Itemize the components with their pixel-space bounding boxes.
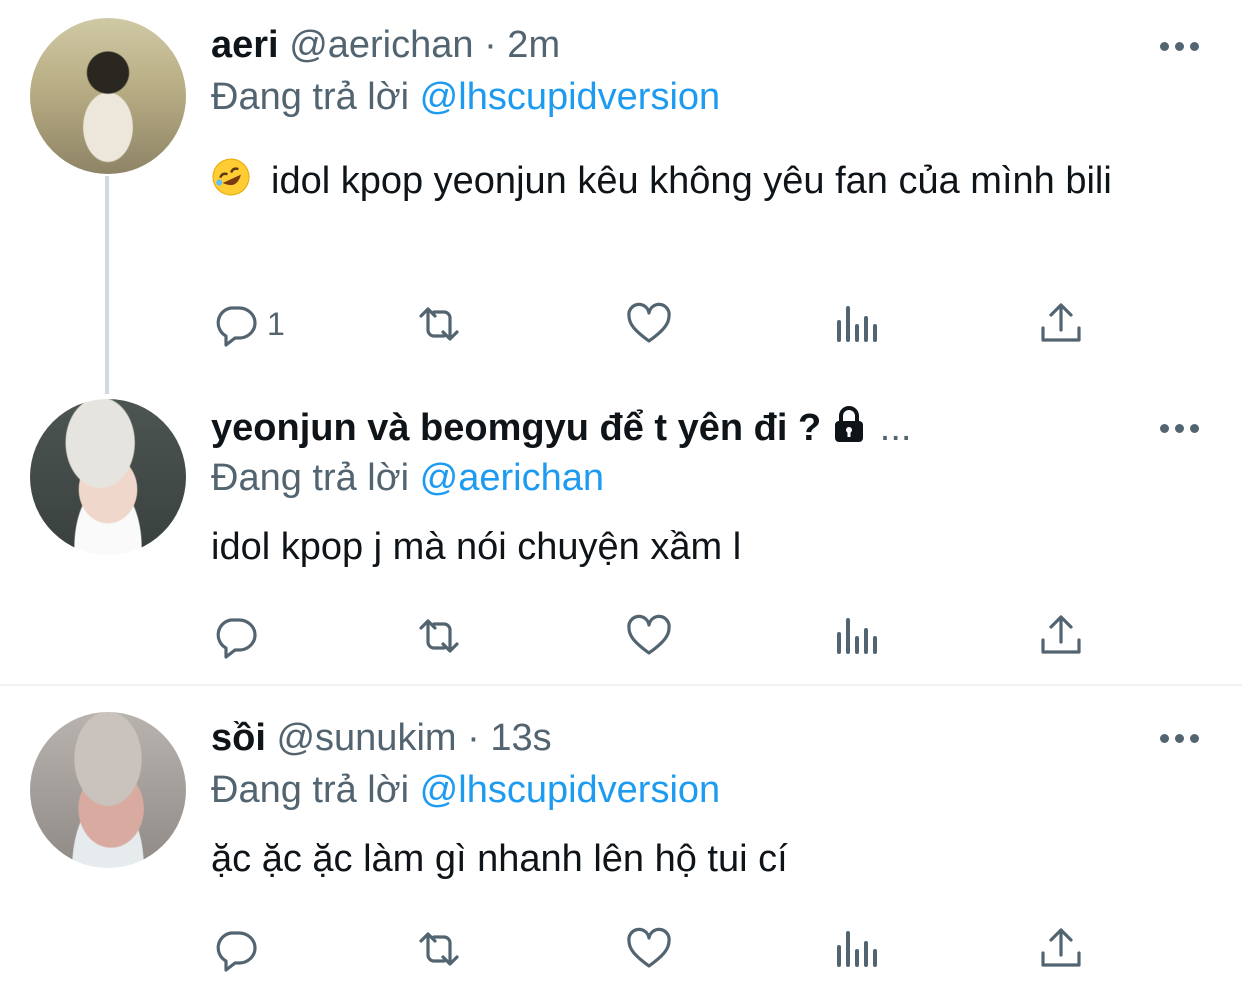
heart-icon [627, 302, 671, 343]
tweet-header: sồi @sunukim · 13s [211, 715, 552, 761]
retweet-icon [419, 932, 459, 966]
heart-icon [627, 927, 671, 968]
reply-button[interactable]: 1 [211, 300, 285, 348]
tweet-text-content: idol kpop yeonjun kêu không yêu fan của … [271, 160, 1112, 202]
avatar[interactable] [30, 18, 186, 174]
share-icon [1041, 615, 1081, 654]
views-button[interactable] [833, 612, 881, 660]
name-overflow: ... [879, 407, 912, 449]
user-handle[interactable]: @sunukim [276, 717, 456, 759]
tweet-text: idol kpop yeonjun kêu không yêu fan của … [211, 154, 1211, 208]
reply-button[interactable] [211, 612, 259, 660]
views-button[interactable] [833, 300, 881, 348]
share-icon [1041, 303, 1081, 342]
replying-to-mention[interactable]: @lhscupidversion [420, 769, 721, 811]
retweet-icon [419, 619, 459, 653]
thread-connector-line [105, 176, 109, 394]
share-button[interactable] [1037, 612, 1085, 660]
replying-to-mention[interactable]: @aerichan [420, 457, 604, 499]
reply-icon [216, 618, 257, 659]
retweet-button[interactable] [415, 925, 463, 973]
tweet-text: ặc ặc ặc làm gì nhanh lên hộ tui cí [211, 838, 788, 880]
timestamp[interactable]: · 13s [467, 717, 551, 759]
replying-to-label: Đang trả lời [211, 769, 410, 811]
tweet-actions: 1 [211, 300, 1091, 348]
like-button[interactable] [625, 925, 673, 973]
display-name[interactable]: aeri [211, 24, 279, 66]
replying-to-mention[interactable]: @lhscupidversion [420, 76, 721, 118]
tweet-header: yeonjun và beomgyu để t yên đi ? ... [211, 404, 911, 451]
replying-to: Đang trả lời @lhscupidversion [211, 74, 720, 120]
retweet-button[interactable] [415, 612, 463, 660]
lock-icon [835, 406, 864, 442]
retweet-button[interactable] [415, 300, 463, 348]
tweet[interactable]: aeri @aerichan · 2m Đang trả lời @lhscup… [0, 0, 1242, 394]
views-button[interactable] [833, 925, 881, 973]
display-name[interactable]: yeonjun và beomgyu để t yên đi ? [211, 407, 821, 449]
tweet-text: idol kpop j mà nói chuyện xầm l [211, 526, 742, 568]
retweet-icon [419, 307, 459, 341]
analytics-icon [837, 618, 877, 654]
share-button[interactable] [1037, 925, 1085, 973]
tweet-actions [211, 925, 1091, 973]
avatar[interactable] [30, 712, 186, 868]
rolling-on-floor-laughing-emoji [212, 158, 250, 196]
more-icon[interactable] [1160, 422, 1200, 434]
reply-button[interactable] [211, 925, 259, 973]
reply-icon [216, 306, 257, 347]
timestamp[interactable]: · 2m [484, 24, 560, 66]
reply-count: 1 [267, 305, 285, 342]
heart-icon [627, 614, 671, 655]
analytics-icon [837, 306, 877, 342]
tweet[interactable]: yeonjun và beomgyu để t yên đi ? ... Đan… [0, 394, 1242, 684]
share-button[interactable] [1037, 300, 1085, 348]
tweet[interactable]: sồi @sunukim · 13s Đang trả lời @lhscupi… [0, 686, 1242, 995]
replying-to: Đang trả lời @aerichan [211, 455, 604, 501]
more-icon[interactable] [1160, 732, 1200, 744]
replying-to: Đang trả lời @lhscupidversion [211, 767, 720, 813]
tweet-header: aeri @aerichan · 2m [211, 22, 560, 68]
share-icon [1041, 928, 1081, 967]
replying-to-label: Đang trả lời [211, 457, 410, 499]
avatar[interactable] [30, 399, 186, 555]
analytics-icon [837, 931, 877, 967]
tweet-actions [211, 612, 1091, 660]
reply-icon [216, 931, 257, 972]
like-button[interactable] [625, 612, 673, 660]
like-button[interactable] [625, 300, 673, 348]
more-icon[interactable] [1160, 40, 1200, 52]
user-handle[interactable]: @aerichan [289, 24, 473, 66]
replying-to-label: Đang trả lời [211, 76, 410, 118]
display-name[interactable]: sồi [211, 717, 266, 759]
